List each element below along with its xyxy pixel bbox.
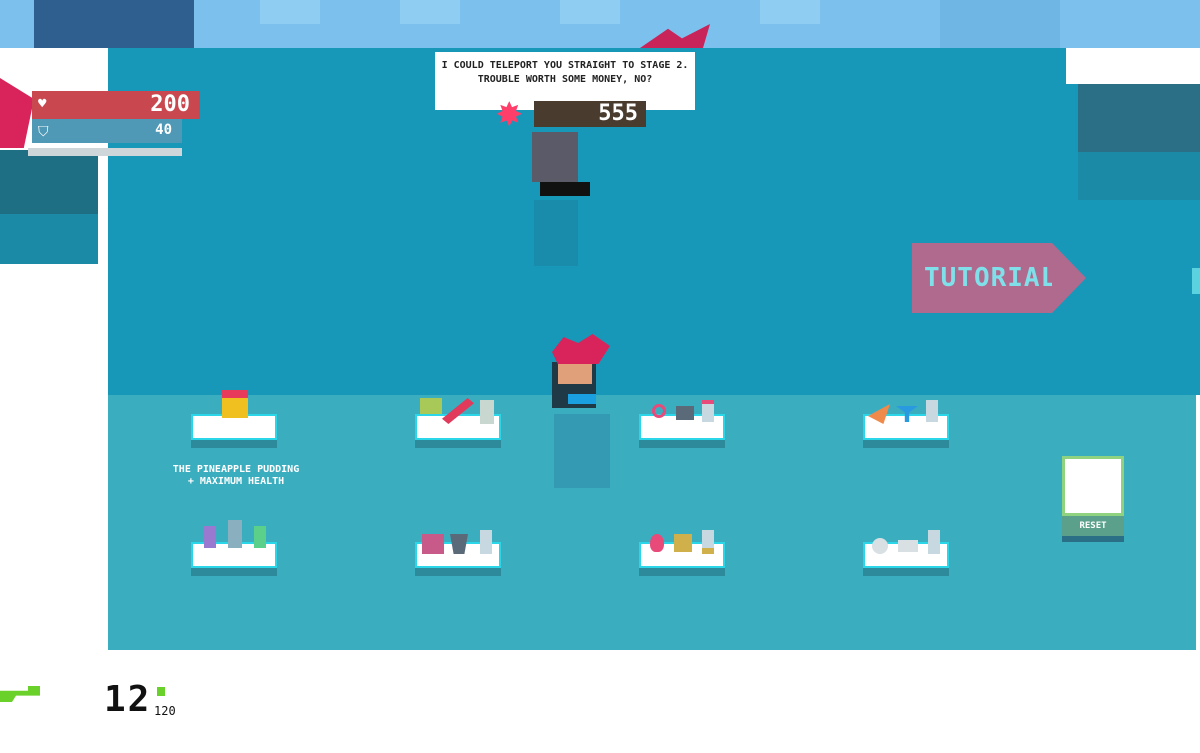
left-block-reflection	[0, 214, 98, 264]
player-reflection	[554, 414, 610, 488]
skull-item[interactable]	[676, 406, 694, 420]
ammo-pack-item[interactable]	[420, 398, 442, 414]
flame-item[interactable]	[650, 534, 664, 552]
floor-tile	[940, 0, 1060, 48]
floor-tile	[260, 0, 320, 24]
heart-icon: ♥	[38, 96, 47, 112]
purple-potion-item[interactable]	[204, 526, 216, 548]
exit-marker	[1192, 268, 1200, 294]
ring-item[interactable]	[652, 404, 666, 418]
ammo-count: 12	[104, 679, 152, 720]
ammo-indicator	[157, 687, 165, 696]
jar-item[interactable]	[228, 520, 242, 548]
merchant-npc-reflection	[534, 200, 578, 266]
building-block	[34, 0, 194, 48]
health-bar: ♥ 200	[32, 91, 200, 119]
reset-button[interactable]	[1062, 456, 1124, 516]
merchant-npc[interactable]	[532, 132, 578, 182]
tutorial-sign[interactable]: TUTORIAL	[912, 243, 1056, 313]
tutorial-sign-arrow	[1052, 243, 1086, 313]
yellow-potion-item[interactable]	[702, 530, 714, 554]
reset-label[interactable]: RESET	[1062, 516, 1124, 536]
energy-bar	[28, 148, 182, 156]
pink-box-item[interactable]	[422, 534, 444, 554]
player-face	[558, 364, 592, 384]
item-effect: + MAXIMUM HEALTH	[187, 476, 285, 487]
enemy-spike-sprite	[640, 24, 710, 48]
vial-item[interactable]	[480, 400, 494, 424]
shield-bar: ⛉ 40	[32, 119, 182, 143]
floor-tile	[760, 0, 820, 24]
right-wall-top	[1066, 48, 1200, 84]
bottle-item[interactable]	[926, 400, 938, 422]
orb-item[interactable]	[872, 538, 888, 554]
pineapple-pudding-item[interactable]	[222, 390, 248, 418]
star-currency-icon: ✸	[496, 86, 523, 137]
right-block-reflection	[1078, 152, 1200, 200]
gadget-item[interactable]	[898, 540, 918, 552]
selected-item-description: THE PINEAPPLE PUDDING + MAXIMUM HEALTH	[150, 464, 322, 488]
shield-value: 40	[155, 122, 172, 138]
bottle-item[interactable]	[928, 530, 940, 554]
teleport-price: 555	[534, 101, 646, 127]
shield-icon: ⛉	[38, 124, 49, 140]
merchant-npc-feet	[540, 182, 590, 196]
floor-tile	[400, 0, 460, 24]
bottle-item[interactable]	[480, 530, 492, 554]
right-block	[1078, 84, 1200, 152]
health-value: 200	[150, 92, 190, 117]
ammo-max: 120	[154, 704, 176, 718]
green-potion-item[interactable]	[254, 526, 266, 548]
floor-tile	[560, 0, 620, 24]
player-gun	[568, 394, 596, 404]
gun-icon	[0, 686, 40, 702]
item-name: THE PINEAPPLE PUDDING	[172, 464, 300, 475]
left-block	[0, 150, 98, 214]
frog-item[interactable]	[674, 534, 692, 552]
shop-pedestal-1[interactable]	[191, 414, 277, 448]
potion-item[interactable]	[702, 400, 714, 422]
top-level-strip	[0, 0, 1200, 48]
reset-button-base	[1062, 536, 1124, 542]
